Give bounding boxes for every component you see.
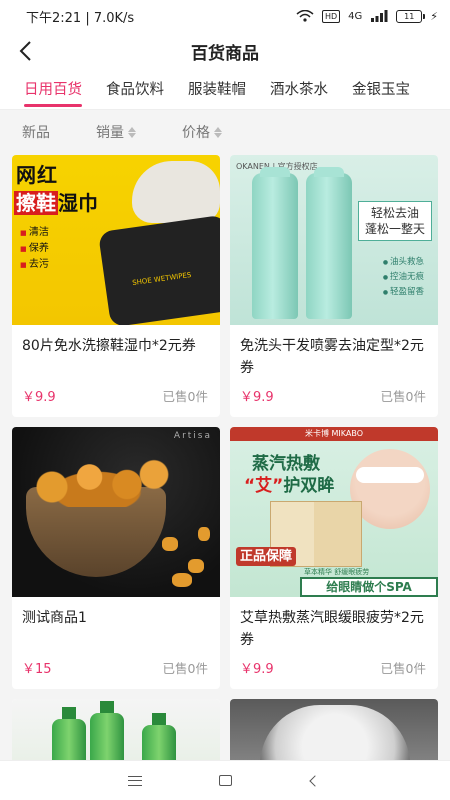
status-bar: 下午2:21 | 7.0K/s HD 4G 11 ⚡: [0, 0, 450, 32]
product-price: ￥15: [22, 662, 52, 677]
product-price: ￥9.9: [240, 390, 274, 405]
image-subtitle: 草本精华 舒缓眼疲劳: [304, 568, 370, 576]
sort-price-label: 价格: [182, 125, 210, 141]
menu-icon: [128, 775, 142, 786]
back-icon: [309, 774, 321, 787]
sort-new-button[interactable]: 新品: [22, 122, 50, 142]
bottle-graphic: [90, 701, 124, 760]
image-headline: 网红: [16, 163, 58, 187]
product-image-bottles: [12, 699, 220, 760]
resin-graphic: [22, 457, 172, 507]
product-card[interactable]: [230, 699, 438, 760]
signal-icon: [371, 10, 388, 22]
product-grid: 网红 擦鞋湿巾 清洁 保养 去污 SHOE WETWIPES 80片免水洗擦鞋湿…: [12, 155, 438, 760]
system-nav-bar: [0, 760, 450, 800]
product-image-shoe-wipes: 网红 擦鞋湿巾 清洁 保养 去污 SHOE WETWIPES: [12, 155, 220, 325]
product-sold-count: 已售0件: [162, 389, 208, 404]
product-sold-count: 已售0件: [380, 389, 426, 404]
sort-sales-button[interactable]: 销量: [96, 122, 136, 142]
face-graphic: [350, 449, 430, 529]
tab-gold-jade[interactable]: 金银玉宝: [340, 70, 422, 109]
image-slogan: 轻松去油 蓬松一整天: [357, 201, 432, 241]
category-tabs: 日用百货 食品饮料 服装鞋帽 酒水茶水 金银玉宝: [0, 70, 450, 110]
resin-piece: [198, 527, 210, 541]
product-name: 免洗头干发喷雾去油定型*2元券: [240, 338, 424, 376]
product-image-dry-shampoo: OKANEN | 官方授权店 轻松去油 蓬松一整天 油头救急 控油无痕 轻盈留香: [230, 155, 438, 325]
sort-bar: 新品 销量 价格: [0, 110, 450, 154]
product-name: 80片免水洗擦鞋湿巾*2元券: [22, 338, 196, 354]
product-card[interactable]: 米卡博 MIKABO 蒸汽热敷 “艾”护双眸 正品保障 草本精华 舒缓眼疲劳 给…: [230, 427, 438, 689]
wipes-pack-graphic: [97, 214, 220, 325]
status-time: 下午2:21 | 7.0K/s: [26, 10, 135, 26]
bottle-graphic: [142, 713, 176, 760]
spray-can-graphic: [252, 167, 298, 319]
product-card[interactable]: 网红 擦鞋湿巾 清洁 保养 去污 SHOE WETWIPES 80片免水洗擦鞋湿…: [12, 155, 220, 417]
image-headline-2: “艾”护双眸: [244, 476, 335, 496]
image-bullets: 油头救急 控油无痕 轻盈留香: [383, 255, 424, 300]
back-button[interactable]: [10, 36, 40, 66]
sort-new-label: 新品: [22, 125, 50, 141]
tab-clothing-shoes[interactable]: 服装鞋帽: [176, 70, 258, 109]
battery-icon: 11: [396, 9, 426, 23]
tab-daily-goods[interactable]: 日用百货: [0, 70, 94, 109]
back-arrow-icon: [19, 41, 31, 61]
product-price: ￥9.9: [22, 390, 56, 405]
product-card[interactable]: OKANEN | 官方授权店 轻松去油 蓬松一整天 油头救急 控油无痕 轻盈留香…: [230, 155, 438, 417]
product-image-eye-mask: 米卡博 MIKABO 蒸汽热敷 “艾”护双眸 正品保障 草本精华 舒缓眼疲劳 给…: [230, 427, 438, 597]
shoe-graphic: [132, 161, 220, 223]
sort-arrows-icon: [214, 126, 222, 138]
product-name: 艾草热敷蒸汽眼缓眼疲劳*2元券: [240, 610, 424, 648]
image-brand-bar: 米卡博 MIKABO: [230, 427, 438, 441]
tab-food-drinks[interactable]: 食品饮料: [94, 70, 176, 109]
image-caption: Artisa: [173, 431, 212, 441]
product-image-peach-gum: Artisa: [12, 427, 220, 597]
image-banner: 给眼睛做个SPA: [300, 577, 438, 597]
eye-mask-graphic: [356, 467, 424, 483]
network-label: 4G: [348, 10, 363, 22]
image-headline-2: 擦鞋 湿巾: [14, 191, 98, 215]
resin-piece: [162, 537, 178, 551]
home-icon: [218, 775, 232, 786]
resin-piece: [172, 573, 192, 587]
system-back-button[interactable]: [295, 766, 335, 796]
status-icons: HD 4G 11 ⚡: [296, 9, 438, 23]
product-price: ￥9.9: [240, 662, 274, 677]
sort-arrows-icon: [128, 126, 136, 138]
charging-icon: ⚡: [430, 9, 438, 23]
hd-badge: HD: [321, 9, 341, 23]
image-seal: 正品保障: [236, 547, 297, 566]
spray-can-graphic: [306, 167, 352, 319]
product-sold-count: 已售0件: [380, 661, 426, 676]
dog-graphic: [260, 705, 410, 760]
image-tags: 清洁 保养 去污: [20, 225, 49, 273]
sort-price-button[interactable]: 价格: [182, 122, 222, 142]
nav-bar: 百货商品: [0, 32, 450, 70]
product-card[interactable]: [12, 699, 220, 760]
resin-piece: [188, 559, 204, 573]
product-name: 测试商品1: [22, 610, 87, 626]
product-sold-count: 已售0件: [162, 661, 208, 676]
wifi-icon: [296, 10, 314, 22]
home-button[interactable]: [205, 766, 245, 796]
product-card[interactable]: Artisa 测试商品1 ￥15 已售0件: [12, 427, 220, 689]
tab-wine-tea[interactable]: 酒水茶水: [258, 70, 340, 109]
page-title: 百货商品: [191, 43, 259, 64]
sort-sales-label: 销量: [96, 125, 124, 141]
bottle-graphic: [52, 707, 86, 760]
product-image-dog: [230, 699, 438, 760]
recent-apps-button[interactable]: [115, 766, 155, 796]
